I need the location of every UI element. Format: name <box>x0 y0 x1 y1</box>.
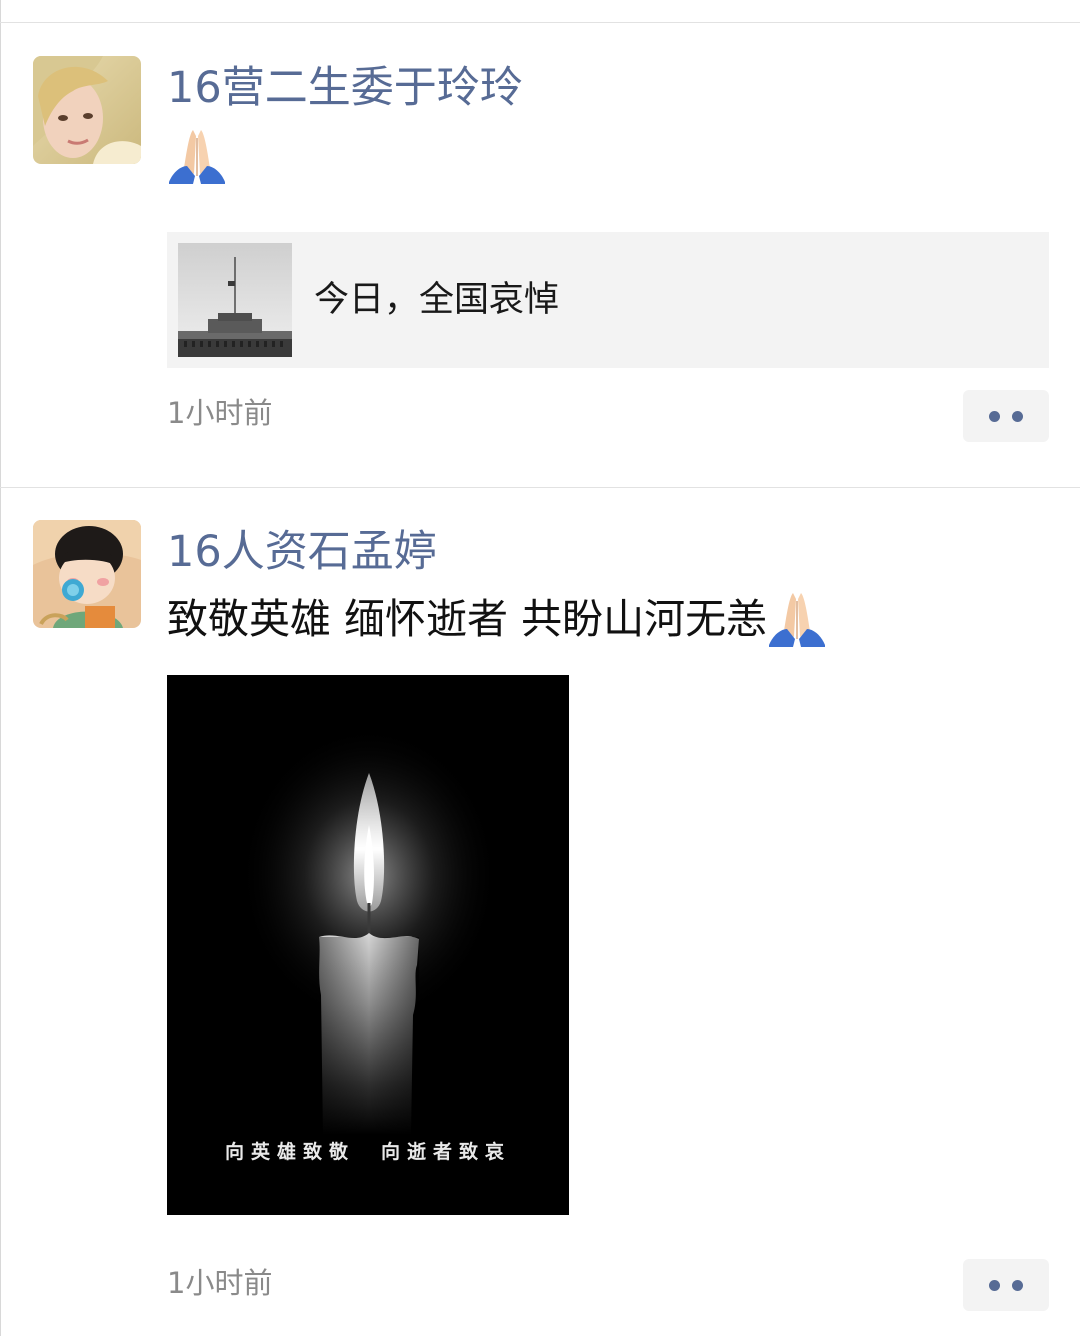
more-dot-icon <box>989 411 1000 422</box>
post-timestamp: 1小时前 <box>167 396 273 430</box>
shared-link-card[interactable]: 今日，全国哀悼 <box>167 232 1049 368</box>
more-dot-icon <box>1012 411 1023 422</box>
more-dot-icon <box>1012 1280 1023 1291</box>
link-title: 今日，全国哀悼 <box>314 280 560 320</box>
post-image[interactable]: 向英雄致敬 向逝者致哀 <box>167 675 569 1215</box>
moment-post-1: 16营二生委于玲玲 今日，全国哀悼 1小时前 <box>0 22 1080 487</box>
image-caption: 向英雄致敬 向逝者致哀 <box>224 1141 511 1163</box>
folded-hands-emoji <box>767 593 827 649</box>
folded-hands-emoji <box>167 126 227 186</box>
more-actions-button[interactable] <box>963 390 1049 442</box>
link-thumbnail <box>178 243 292 357</box>
post-timestamp: 1小时前 <box>167 1266 273 1300</box>
author-name[interactable]: 16营二生委于玲玲 <box>167 60 523 116</box>
post-text: 致敬英雄 缅怀逝者 共盼山河无恙 <box>167 591 827 649</box>
post-text-content: 致敬英雄 缅怀逝者 共盼山河无恙 <box>167 595 768 643</box>
more-actions-button[interactable] <box>963 1259 1049 1311</box>
moment-post-2: 16人资石孟婷 致敬英雄 缅怀逝者 共盼山河无恙 向英雄致敬 向逝者致哀 1小时… <box>0 487 1080 1336</box>
avatar[interactable] <box>33 520 141 628</box>
avatar[interactable] <box>33 56 141 164</box>
moments-feed: 16营二生委于玲玲 今日，全国哀悼 1小时前 16人资石孟婷 致敬英雄 缅怀逝者… <box>0 0 1080 1336</box>
more-dot-icon <box>989 1280 1000 1291</box>
author-name[interactable]: 16人资石孟婷 <box>167 524 437 580</box>
